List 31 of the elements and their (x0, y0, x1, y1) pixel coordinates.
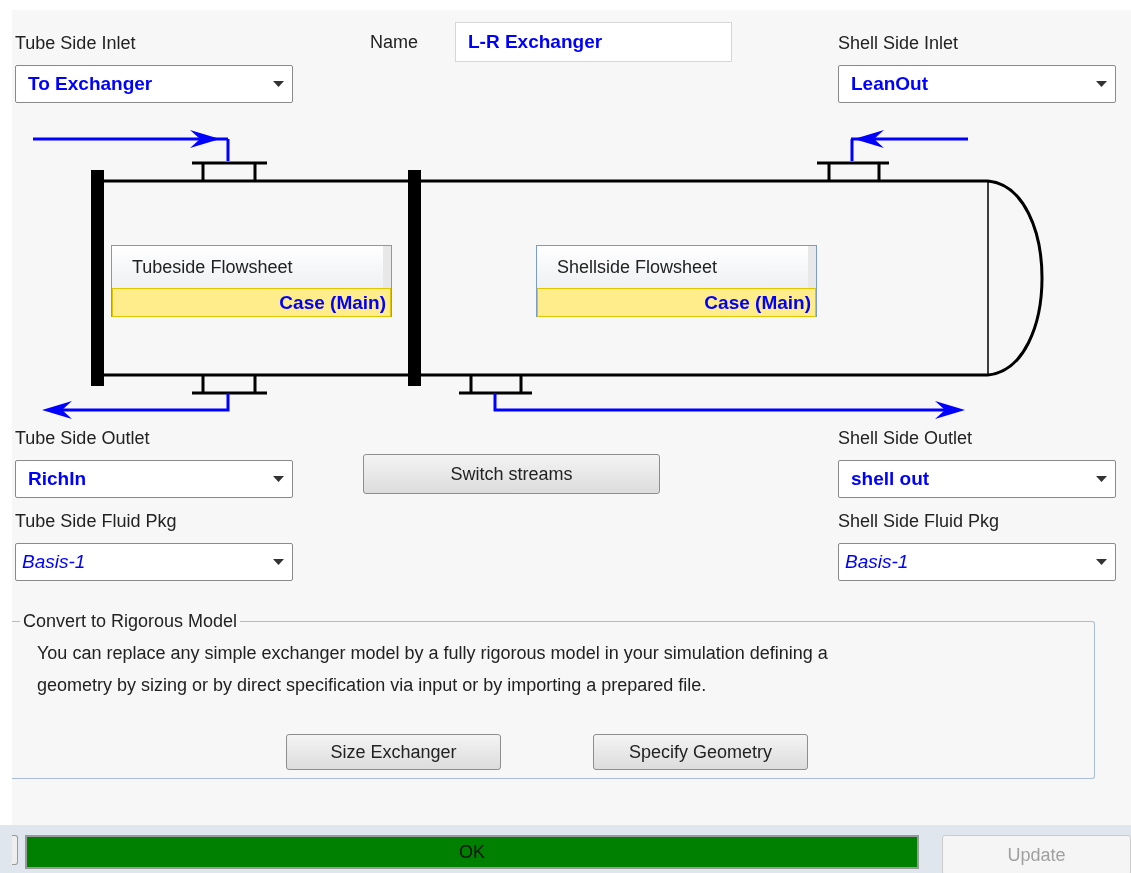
caret-icon (1096, 476, 1107, 482)
group-title: Convert to Rigorous Model (22, 611, 239, 631)
caret-icon (1096, 81, 1107, 87)
name-field[interactable]: L-R Exchanger (455, 22, 732, 62)
stream-dropdown[interactable]: shell out (838, 460, 1116, 498)
case-row[interactable]: Case (Main) (537, 288, 816, 317)
caret-icon (1096, 559, 1107, 565)
stream-dropdown[interactable]: RichIn (15, 460, 293, 498)
stream-dropdown[interactable]: Basis-1 (838, 543, 1116, 581)
field-label: Tube Side Fluid Pkg (15, 510, 178, 532)
field-label: Tube Side Outlet (15, 427, 151, 449)
field-label: Shell Side Outlet (838, 427, 974, 449)
case-row[interactable]: Case (Main) (112, 288, 391, 317)
stream-dropdown[interactable]: To Exchanger (15, 65, 293, 103)
caret-icon (273, 476, 284, 482)
field-label: Shell Side Inlet (838, 32, 960, 54)
switch-streams-button[interactable]: Switch streams (363, 454, 660, 494)
field-label: Name (370, 31, 418, 53)
action-button[interactable]: Size Exchanger (286, 734, 501, 770)
stream-dropdown[interactable]: LeanOut (838, 65, 1116, 103)
flowsheet-title: Tubeside Flowsheet (112, 246, 391, 288)
description-text: You can replace any simple exchanger model by a fully rigorous model in your simulation defining a geometry by sizing or by direct specification via input or by importing a prepared file. (37, 642, 829, 697)
field-label: Shell Side Fluid Pkg (838, 510, 1001, 532)
status-bar: OK (24, 835, 920, 869)
status-edge (12, 835, 18, 865)
field-label: Tube Side Inlet (15, 32, 137, 54)
caret-icon (273, 559, 284, 565)
caret-icon (273, 81, 284, 87)
stream-dropdown[interactable]: Basis-1 (15, 543, 293, 581)
action-button[interactable]: Specify Geometry (593, 734, 808, 770)
flowsheet-title: Shellside Flowsheet (537, 246, 816, 288)
